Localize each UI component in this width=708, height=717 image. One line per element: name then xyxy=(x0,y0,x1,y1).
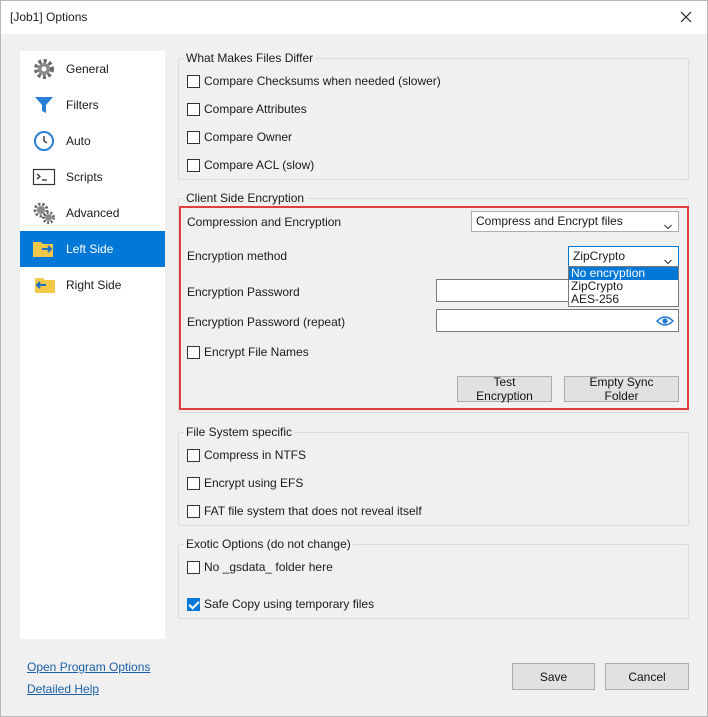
checkbox-box[interactable] xyxy=(187,130,200,144)
empty-sync-folder-button[interactable]: Empty Sync Folder xyxy=(564,375,679,403)
open-program-options-link[interactable]: Open Program Options xyxy=(27,660,150,674)
title-bar: [Job1] Options xyxy=(1,1,707,34)
safe-copy-checkbox[interactable]: Safe Copy using temporary files xyxy=(187,596,374,612)
sidebar-item-label: Filters xyxy=(66,98,99,112)
password-repeat-field[interactable] xyxy=(436,309,679,332)
checkbox-label: Encrypt using EFS xyxy=(204,476,304,490)
compare-checksums-checkbox[interactable]: Compare Checksums when needed (slower) xyxy=(187,73,441,89)
folder-arrow-left-icon xyxy=(32,273,56,297)
checkbox-label: Compare Checksums when needed (slower) xyxy=(204,74,441,88)
fat-filesystem-checkbox[interactable]: FAT file system that does not reveal its… xyxy=(187,503,422,519)
compression-label: Compression and Encryption xyxy=(187,215,342,229)
compress-ntfs-checkbox[interactable]: Compress in NTFS xyxy=(187,447,306,463)
sidebar-item-scripts[interactable]: Scripts xyxy=(20,159,165,195)
checkbox-label: No _gsdata_ folder here xyxy=(204,560,333,574)
cancel-button[interactable]: Cancel xyxy=(605,663,689,690)
checkbox-box[interactable] xyxy=(187,476,200,490)
test-encryption-button[interactable]: Test Encryption xyxy=(457,375,552,403)
checkbox-label: Compare Attributes xyxy=(204,102,307,116)
checkbox-label: Safe Copy using temporary files xyxy=(204,597,375,611)
checkbox-box[interactable] xyxy=(187,504,200,518)
sidebar-item-auto[interactable]: Auto xyxy=(20,123,165,159)
password-repeat-label: Encryption Password (repeat) xyxy=(187,315,346,329)
sidebar-item-label: General xyxy=(66,62,109,76)
checkbox-box[interactable] xyxy=(187,597,200,611)
folder-arrow-right-icon xyxy=(32,237,56,261)
encrypt-file-names-checkbox[interactable]: Encrypt File Names xyxy=(187,344,309,360)
chevron-down-icon xyxy=(664,253,672,265)
sidebar-item-label: Right Side xyxy=(66,278,122,292)
checkbox-label: Encrypt File Names xyxy=(204,345,309,359)
terminal-icon xyxy=(32,165,56,189)
differ-group-title: What Makes Files Differ xyxy=(184,51,316,65)
compare-acl-checkbox[interactable]: Compare ACL (slow) xyxy=(187,157,314,173)
checkbox-box[interactable] xyxy=(187,102,200,116)
no-gsdata-checkbox[interactable]: No _gsdata_ folder here xyxy=(187,559,333,575)
save-button[interactable]: Save xyxy=(512,663,595,690)
sidebar-item-general[interactable]: General xyxy=(20,51,165,87)
close-icon[interactable] xyxy=(671,3,701,31)
eye-icon[interactable] xyxy=(655,314,675,331)
clock-icon xyxy=(32,129,56,153)
sidebar-item-filters[interactable]: Filters xyxy=(20,87,165,123)
sidebar-item-left-side[interactable]: Left Side xyxy=(20,231,165,267)
checkbox-box[interactable] xyxy=(187,560,200,574)
options-window: [Job1] Options General Filters Auto Scri… xyxy=(0,0,708,717)
gear-icon xyxy=(32,57,56,81)
password-label: Encryption Password xyxy=(187,285,300,299)
checkbox-box[interactable] xyxy=(187,158,200,172)
compression-select-value: Compress and Encrypt files xyxy=(476,214,623,228)
sidebar-item-label: Scripts xyxy=(66,170,103,184)
exotic-group-title: Exotic Options (do not change) xyxy=(184,537,353,551)
gears-icon xyxy=(32,201,56,225)
filter-icon xyxy=(32,93,56,117)
checkbox-box[interactable] xyxy=(187,448,200,462)
method-select-value: ZipCrypto xyxy=(573,249,626,263)
method-label: Encryption method xyxy=(187,249,288,263)
filesystem-group-title: File System specific xyxy=(184,425,295,439)
checkbox-box[interactable] xyxy=(187,345,200,359)
compression-select[interactable]: Compress and Encrypt files xyxy=(471,211,679,232)
chevron-down-icon xyxy=(664,218,672,230)
method-dropdown-list[interactable]: No encryption ZipCrypto AES-256 xyxy=(568,266,679,307)
sidebar-item-advanced[interactable]: Advanced xyxy=(20,195,165,231)
sidebar-item-right-side[interactable]: Right Side xyxy=(20,267,165,303)
method-select[interactable]: ZipCrypto xyxy=(568,246,679,267)
sidebar-item-label: Advanced xyxy=(66,206,120,220)
checkbox-label: FAT file system that does not reveal its… xyxy=(204,504,422,518)
compare-attributes-checkbox[interactable]: Compare Attributes xyxy=(187,101,307,117)
sidebar-item-label: Auto xyxy=(66,134,91,148)
method-option-aes256[interactable]: AES-256 xyxy=(569,293,678,306)
sidebar-item-label: Left Side xyxy=(66,242,114,256)
compare-owner-checkbox[interactable]: Compare Owner xyxy=(187,129,292,145)
encrypt-efs-checkbox[interactable]: Encrypt using EFS xyxy=(187,475,303,491)
sidebar: General Filters Auto Scripts Advanced Le… xyxy=(20,51,165,639)
checkbox-label: Compare ACL (slow) xyxy=(204,158,315,172)
checkbox-box[interactable] xyxy=(187,74,200,88)
detailed-help-link[interactable]: Detailed Help xyxy=(27,682,99,696)
checkbox-label: Compress in NTFS xyxy=(204,448,307,462)
encryption-group-title: Client Side Encryption xyxy=(184,191,307,205)
checkbox-label: Compare Owner xyxy=(204,130,293,144)
window-title: [Job1] Options xyxy=(10,10,88,24)
